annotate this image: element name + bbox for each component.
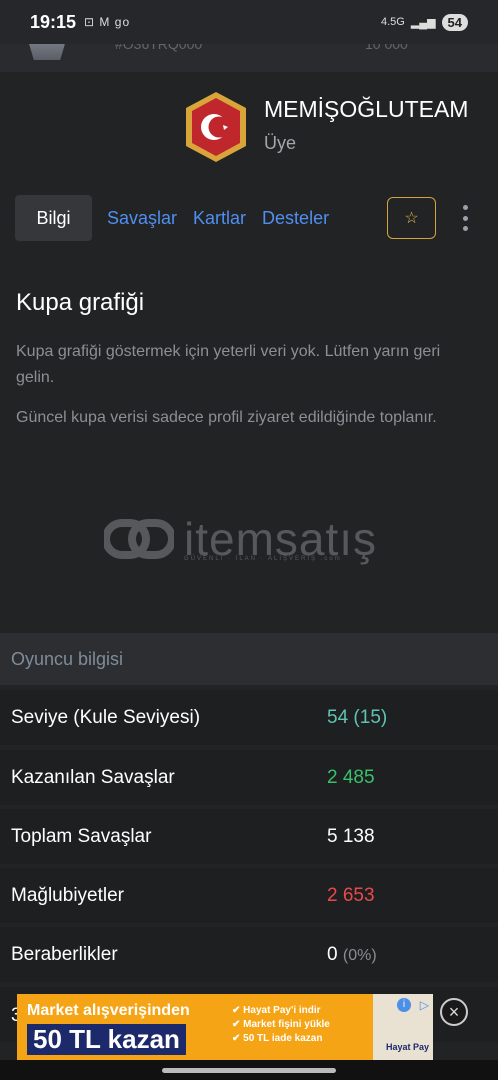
favorite-button[interactable]: ☆: [387, 197, 436, 239]
watermark: itemsatış GÜVENLİ · İLAN · ALIŞVERİŞ .co…: [104, 512, 377, 566]
ad-banner[interactable]: Market alışverişinden 50 TL kazan ✔ Haya…: [17, 994, 433, 1060]
home-indicator[interactable]: [162, 1068, 336, 1073]
info-row-level: Seviye (Kule Seviyesi) 54 (15): [0, 690, 498, 745]
row-value: 0 (0%): [327, 944, 377, 966]
info-row-draws: Beraberlikler 0 (0%): [0, 927, 498, 982]
player-info-header: Oyuncu bilgisi: [0, 633, 498, 685]
row-label: Mağlubiyetler: [11, 884, 124, 906]
tab-decks[interactable]: Desteler: [262, 208, 329, 229]
row-value: 2 653: [327, 884, 375, 906]
row-value: 5 138: [327, 825, 375, 847]
row-label: Kazanılan Savaşlar: [11, 766, 175, 788]
profile-tabs: Bilgi Savaşlar Kartlar Desteler ☆: [15, 195, 485, 241]
clan-name: MEMİŞOĞLUTEAM: [264, 96, 469, 122]
trophy-chart-note: Güncel kupa verisi sadece profil ziyaret…: [16, 409, 437, 426]
network-indicator: 4.5G: [380, 16, 405, 28]
clan-text: MEMİŞOĞLUTEAM Üye: [264, 90, 468, 154]
trophy-value-partial: 10 000: [365, 44, 408, 52]
status-time: 19:15: [30, 11, 77, 32]
clan-role: Üye: [264, 133, 297, 153]
star-icon: ☆: [404, 210, 419, 227]
tab-cards[interactable]: Kartlar: [193, 208, 246, 229]
ad-info-icon[interactable]: i: [397, 998, 411, 1012]
close-ad-button[interactable]: ×: [440, 998, 468, 1026]
ad-choices-icon[interactable]: ▷: [420, 998, 429, 1012]
tab-battles[interactable]: Savaşlar: [107, 208, 177, 229]
info-row-total: Toplam Savaşlar 5 138: [0, 809, 498, 864]
ad-brand: Hayat Pay: [385, 1042, 429, 1052]
watermark-logo-icon: [104, 519, 174, 559]
status-right: 4.5G ▂▄▆ 54: [380, 13, 468, 31]
level-value: 54: [327, 706, 349, 728]
watermark-subtext: GÜVENLİ · İLAN · ALIŞVERİŞ .com: [184, 556, 342, 562]
trophy-chart-message: Kupa grafiği göstermek için yeterli veri…: [16, 343, 441, 386]
ad-line1: Market alışverişinden: [27, 1002, 190, 1019]
row-label: Toplam Savaşlar: [11, 825, 152, 847]
row-label: Seviye (Kule Seviyesi): [11, 706, 201, 728]
arena-icon: [25, 44, 69, 60]
notification-icons: ⊡ M ɡo: [84, 15, 131, 29]
player-tag-partial: #Ö36TRQ000: [115, 44, 203, 52]
clan-info[interactable]: MEMİŞOĞLUTEAM Üye: [184, 90, 468, 164]
clan-badge-icon: [186, 92, 246, 162]
trophy-chart-title: Kupa grafiği: [16, 289, 145, 316]
draws-percent: (0%): [342, 946, 377, 964]
ad-bullet: ✔ Hayat Pay'i indir: [232, 1005, 321, 1016]
info-row-losses: Mağlubiyetler 2 653: [0, 868, 498, 923]
tower-level: (15): [353, 706, 388, 728]
tab-info[interactable]: Bilgi: [15, 195, 92, 241]
ad-bullets: ✔ Hayat Pay'i indir ✔ Market fişini yükl…: [232, 1004, 330, 1046]
row-value: 2 485: [327, 766, 375, 788]
close-icon: ×: [448, 1001, 460, 1022]
scrolled-header-remnant: #Ö36TRQ000 10 000: [0, 44, 498, 72]
draws-value: 0: [327, 943, 338, 965]
battery-indicator: 54: [441, 13, 468, 31]
more-options-icon[interactable]: [461, 205, 469, 231]
signal-icon: ▂▄▆: [410, 16, 436, 29]
ad-bullet: ✔ Market fişini yükle: [232, 1019, 330, 1030]
status-left: 19:15 ⊡ M ɡo: [30, 12, 130, 33]
ad-line2: 50 TL kazan: [27, 1024, 186, 1055]
row-value: 54 (15): [327, 707, 387, 729]
status-bar: 19:15 ⊡ M ɡo 4.5G ▂▄▆ 54: [0, 0, 498, 44]
info-row-wins: Kazanılan Savaşlar 2 485: [0, 750, 498, 805]
row-label: Beraberlikler: [11, 943, 118, 965]
ad-bullet: ✔ 50 TL iade kazan: [232, 1033, 323, 1044]
